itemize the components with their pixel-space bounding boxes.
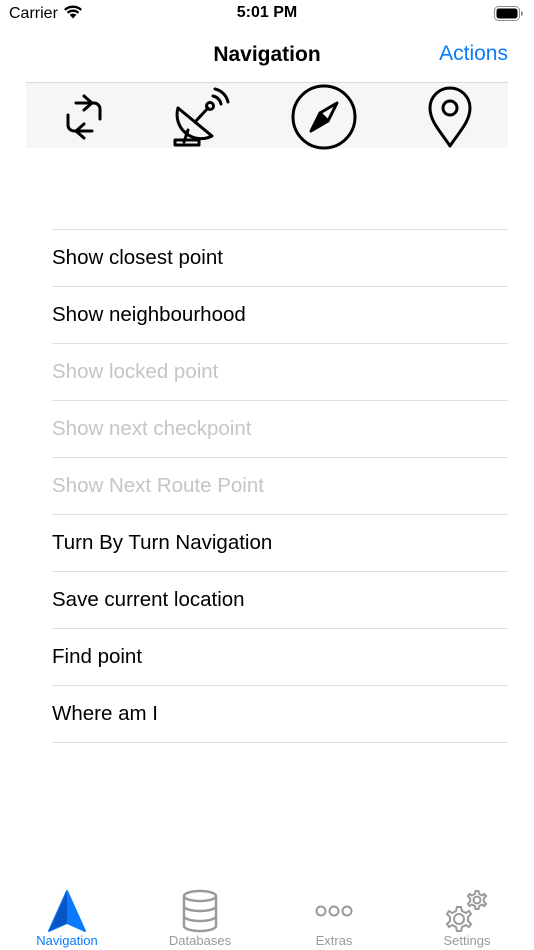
tab-databases[interactable]: Databases (133, 880, 267, 950)
database-icon (133, 888, 267, 934)
icon-toolbar (26, 82, 508, 153)
tab-label: Extras (315, 933, 353, 948)
tab-label: Databases (168, 933, 232, 948)
tab-extras[interactable]: Extras (267, 880, 401, 950)
compass-button[interactable] (291, 84, 357, 150)
menu-item-show-next-route-point[interactable]: Show Next Route Point (52, 458, 508, 515)
gps-status-button[interactable] (170, 86, 234, 153)
screen: Carrier 5:01 PM Navigation Actions Show … (0, 0, 534, 950)
menu-item-save-current-location[interactable]: Save current location (52, 572, 508, 629)
compass-icon (291, 84, 357, 155)
navigation-bar: Navigation Actions (0, 30, 534, 82)
refresh-button[interactable] (52, 88, 116, 150)
menu-item-turn-by-turn-navigation[interactable]: Turn By Turn Navigation (52, 515, 508, 572)
location-pin-icon (426, 85, 474, 154)
actions-button[interactable]: Actions (439, 42, 508, 66)
ellipsis-icon (267, 888, 401, 934)
tab-label: Settings (443, 933, 491, 948)
satellite-dish-icon (170, 86, 234, 153)
menu-item-show-closest-point[interactable]: Show closest point (52, 230, 508, 287)
menu-item-show-neighbourhood[interactable]: Show neighbourhood (52, 287, 508, 344)
tab-label: Navigation (36, 933, 98, 948)
navigation-arrow-icon (0, 888, 134, 934)
menu-item-where-am-i[interactable]: Where am I (52, 686, 508, 743)
status-bar: Carrier 5:01 PM (0, 0, 534, 30)
gears-icon (400, 888, 534, 934)
tab-settings[interactable]: Settings (400, 880, 534, 950)
tab-bar: Navigation Databases Extras Settings (0, 880, 534, 950)
menu-item-show-locked-point[interactable]: Show locked point (52, 344, 508, 401)
refresh-icon (58, 91, 110, 148)
menu-item-show-next-checkpoint[interactable]: Show next checkpoint (52, 401, 508, 458)
status-time: 5:01 PM (236, 4, 298, 21)
location-button[interactable] (418, 86, 482, 150)
menu-item-find-point[interactable]: Find point (52, 629, 508, 686)
battery-icon (494, 6, 524, 26)
navigation-menu-list: Show closest point Show neighbourhood Sh… (52, 229, 508, 743)
tab-navigation[interactable]: Navigation (0, 880, 134, 950)
